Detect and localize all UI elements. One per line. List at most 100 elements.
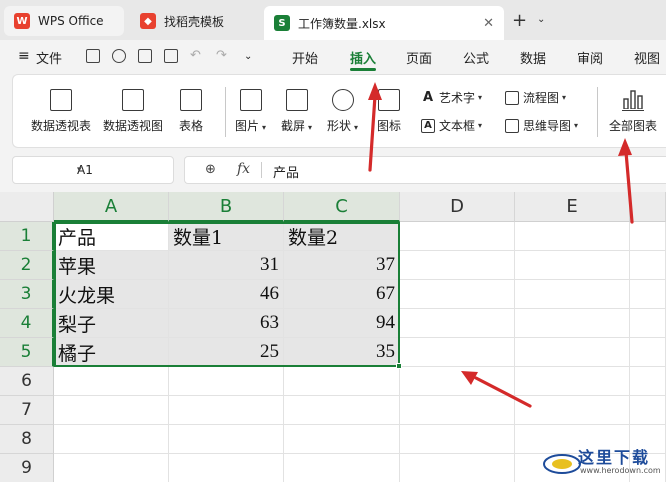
- close-icon[interactable]: ✕: [483, 16, 494, 31]
- cell-c4[interactable]: 94: [284, 309, 400, 338]
- row-header-4[interactable]: 4: [0, 309, 54, 338]
- cell-b7[interactable]: [169, 396, 284, 425]
- row-header-8[interactable]: 8: [0, 425, 54, 454]
- save-icon[interactable]: [86, 49, 100, 63]
- chevron-down-icon[interactable]: ⌄: [244, 51, 252, 62]
- fill-handle[interactable]: [396, 363, 402, 369]
- column-header-b[interactable]: B: [169, 192, 284, 222]
- cell-f4[interactable]: [630, 309, 666, 338]
- cell-e1[interactable]: [515, 222, 630, 251]
- new-tab-icon[interactable]: +: [512, 10, 527, 31]
- print-icon[interactable]: [138, 49, 152, 63]
- shape-button[interactable]: 形状 ▾: [327, 89, 358, 134]
- cell-c8[interactable]: [284, 425, 400, 454]
- cell-c5[interactable]: 35: [284, 338, 400, 367]
- cell-d4[interactable]: [400, 309, 515, 338]
- cell-e4[interactable]: [515, 309, 630, 338]
- column-header-e[interactable]: E: [515, 192, 630, 222]
- row-header-3[interactable]: 3: [0, 280, 54, 309]
- cell-b3[interactable]: 46: [169, 280, 284, 309]
- cell-d9[interactable]: [400, 454, 515, 482]
- cell-c1[interactable]: 数量2: [284, 222, 400, 251]
- cell-f3[interactable]: [630, 280, 666, 309]
- share-icon[interactable]: [112, 49, 126, 63]
- menu-home[interactable]: 开始: [292, 48, 318, 67]
- menu-review[interactable]: 审阅: [577, 48, 603, 67]
- pivot-table-button[interactable]: 数据透视表: [31, 89, 91, 134]
- cell-b2[interactable]: 31: [169, 251, 284, 280]
- menu-page[interactable]: 页面: [406, 48, 432, 67]
- pivot-chart-button[interactable]: 数据透视图: [103, 89, 163, 134]
- cell-d6[interactable]: [400, 367, 515, 396]
- cell-a9[interactable]: [54, 454, 169, 482]
- textbox-button[interactable]: A 文本框 ▾: [421, 117, 482, 134]
- cell-b8[interactable]: [169, 425, 284, 454]
- menu-formula[interactable]: 公式: [463, 48, 489, 67]
- cell-a5[interactable]: 橘子: [54, 338, 169, 367]
- cell-d7[interactable]: [400, 396, 515, 425]
- cell-a6[interactable]: [54, 367, 169, 396]
- row-header-1[interactable]: 1: [0, 222, 54, 251]
- function-icon[interactable]: fx: [237, 161, 250, 177]
- cell-c3[interactable]: 67: [284, 280, 400, 309]
- menu-insert[interactable]: 插入: [350, 48, 376, 67]
- cell-b4[interactable]: 63: [169, 309, 284, 338]
- mindmap-button[interactable]: 思维导图 ▾: [505, 117, 578, 134]
- menu-data[interactable]: 数据: [520, 48, 546, 67]
- cell-d8[interactable]: [400, 425, 515, 454]
- formula-bar[interactable]: ⊕ fx 产品: [184, 156, 666, 184]
- cell-e3[interactable]: [515, 280, 630, 309]
- cell-c2[interactable]: 37: [284, 251, 400, 280]
- table-button[interactable]: 表格: [179, 89, 203, 134]
- row-header-9[interactable]: 9: [0, 454, 54, 482]
- menu-view[interactable]: 视图: [634, 48, 660, 67]
- column-header-d[interactable]: D: [400, 192, 515, 222]
- cell-e2[interactable]: [515, 251, 630, 280]
- tab-docer-templates[interactable]: ◆ 找稻壳模板: [130, 6, 260, 36]
- row-header-6[interactable]: 6: [0, 367, 54, 396]
- cell-f2[interactable]: [630, 251, 666, 280]
- cell-c7[interactable]: [284, 396, 400, 425]
- cell-f7[interactable]: [630, 396, 666, 425]
- tab-workbook[interactable]: S 工作簿数量.xlsx ✕: [264, 6, 504, 40]
- row-header-7[interactable]: 7: [0, 396, 54, 425]
- cell-a7[interactable]: [54, 396, 169, 425]
- cell-a8[interactable]: [54, 425, 169, 454]
- cell-c6[interactable]: [284, 367, 400, 396]
- menu-file[interactable]: 文件: [36, 48, 62, 67]
- redo-icon[interactable]: ↷: [216, 48, 227, 63]
- zoom-icon[interactable]: ⊕: [205, 162, 216, 177]
- cell-d5[interactable]: [400, 338, 515, 367]
- tab-wps-office[interactable]: W WPS Office: [4, 6, 124, 36]
- flowchart-button[interactable]: 流程图 ▾: [505, 89, 566, 106]
- undo-icon[interactable]: ↶: [190, 48, 201, 63]
- cell-f1[interactable]: [630, 222, 666, 251]
- cell-b6[interactable]: [169, 367, 284, 396]
- cell-d2[interactable]: [400, 251, 515, 280]
- all-charts-button[interactable]: 全部图表: [609, 89, 657, 134]
- cell-e6[interactable]: [515, 367, 630, 396]
- name-box[interactable]: A1 ▾: [12, 156, 174, 184]
- row-header-2[interactable]: 2: [0, 251, 54, 280]
- icon-button[interactable]: 图标: [377, 89, 401, 134]
- cell-e5[interactable]: [515, 338, 630, 367]
- cell-f5[interactable]: [630, 338, 666, 367]
- cell-b5[interactable]: 25: [169, 338, 284, 367]
- cell-b1[interactable]: 数量1: [169, 222, 284, 251]
- column-header-c[interactable]: C: [284, 192, 400, 222]
- cell-f6[interactable]: [630, 367, 666, 396]
- cell-d1[interactable]: [400, 222, 515, 251]
- cell-a3[interactable]: 火龙果: [54, 280, 169, 309]
- picture-button[interactable]: 图片 ▾: [235, 89, 266, 134]
- formula-content[interactable]: 产品: [273, 162, 299, 181]
- chevron-down-icon[interactable]: ⌄: [537, 14, 545, 25]
- cell-c9[interactable]: [284, 454, 400, 482]
- hamburger-icon[interactable]: ≡: [18, 48, 30, 64]
- cell-d3[interactable]: [400, 280, 515, 309]
- row-header-5[interactable]: 5: [0, 338, 54, 367]
- cell-a2[interactable]: 苹果: [54, 251, 169, 280]
- print-preview-icon[interactable]: [164, 49, 178, 63]
- cell-a4[interactable]: 梨子: [54, 309, 169, 338]
- cell-e7[interactable]: [515, 396, 630, 425]
- cell-a1[interactable]: 产品: [54, 222, 169, 251]
